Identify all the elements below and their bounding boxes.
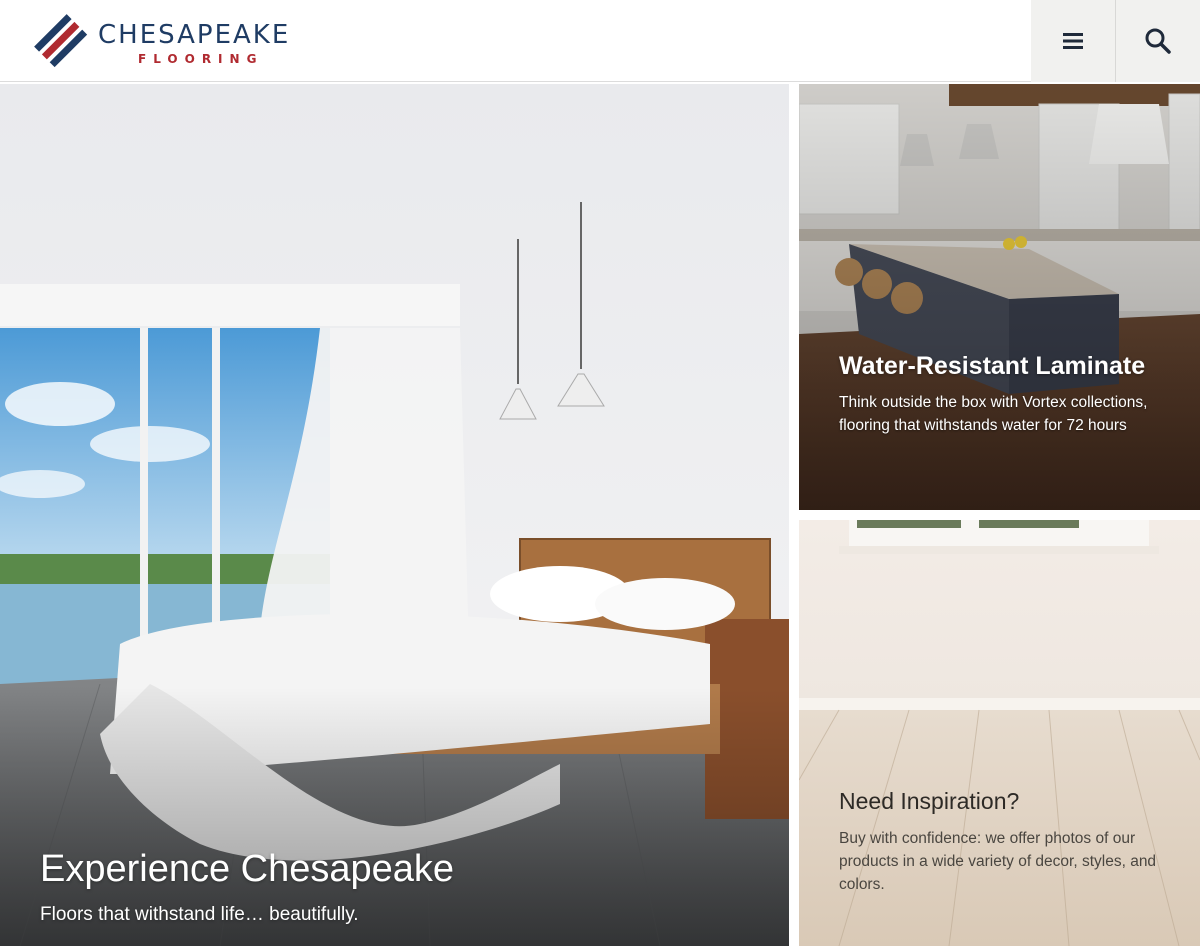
inspiration-card-title: Need Inspiration? [839, 788, 1020, 814]
panel-gutter-horizontal [799, 510, 1200, 520]
brand-subname: FLOORING [138, 52, 264, 66]
brand-logo[interactable]: CHESAPEAKE FLOORING [34, 14, 324, 70]
laminate-card-link[interactable]: Water-Resistant Laminate Think outside t… [799, 84, 1200, 510]
hero-subtitle: Floors that withstand life… beautifully. [40, 904, 359, 925]
hero-bedroom-image [0, 84, 789, 946]
hero-title: Experience Chesapeake [40, 848, 455, 890]
search-button[interactable] [1116, 0, 1200, 82]
inspiration-card-link[interactable]: Need Inspiration? Buy with confidence: w… [799, 520, 1200, 946]
logo-mark-icon [34, 14, 88, 68]
site-header: CHESAPEAKE FLOORING [0, 0, 1200, 82]
menu-button[interactable] [1031, 0, 1115, 82]
laminate-card-body: Think outside the box with Vortex collec… [839, 394, 1148, 434]
brand-name: CHESAPEAKE [98, 20, 291, 50]
hero-banner-link[interactable]: Experience Chesapeake Floors that withst… [0, 84, 789, 946]
panel-gutter-vertical [789, 84, 799, 946]
search-icon [1145, 28, 1171, 54]
inspiration-card-body: Buy with confidence: we offer photos of … [839, 830, 1157, 893]
laminate-card-title: Water-Resistant Laminate [839, 352, 1146, 380]
hamburger-menu-icon [1063, 33, 1083, 49]
kitchen-image [799, 84, 1200, 510]
